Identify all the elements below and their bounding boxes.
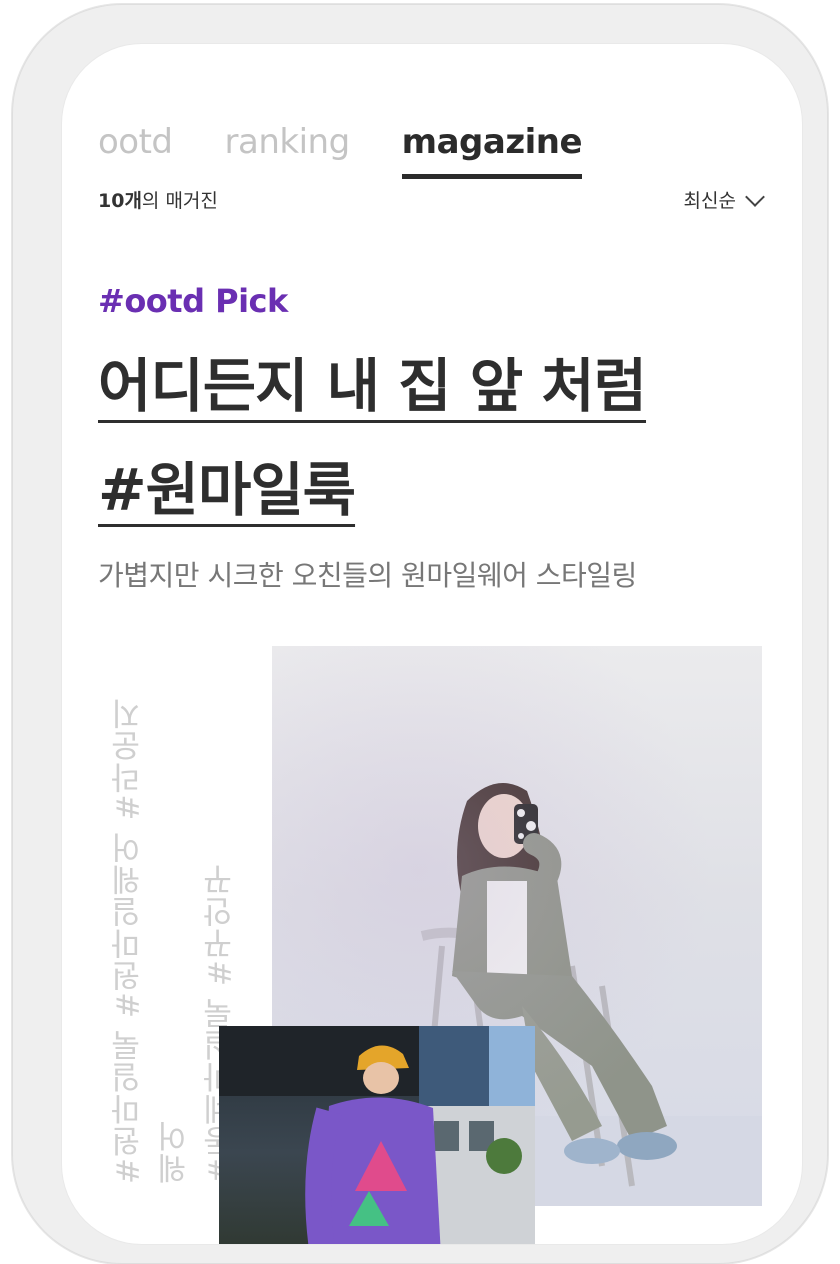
sort-dropdown[interactable]: 최신순 bbox=[683, 186, 765, 213]
chevron-down-icon bbox=[745, 186, 765, 207]
title-line-2: #원마일룩 bbox=[98, 456, 356, 524]
article-subtitle: 가볍지만 시크한 오친들의 원마일웨어 스타일링 bbox=[98, 559, 637, 592]
street-style-illustration bbox=[219, 1026, 535, 1244]
article-hashtag[interactable]: #ootd Pick bbox=[98, 282, 288, 320]
count-number: 10개 bbox=[98, 190, 142, 212]
count-suffix: 의 매거진 bbox=[141, 190, 218, 212]
tab-magazine[interactable]: magazine bbox=[401, 120, 583, 180]
list-header: 10개의 매거진 최신순 bbox=[98, 186, 765, 216]
tab-bar: ootd ranking magazine bbox=[98, 120, 583, 180]
phone-screen: ootd ranking magazine 10개의 매거진 최신순 #ootd… bbox=[62, 44, 802, 1244]
magazine-count: 10개의 매거진 bbox=[98, 186, 218, 213]
tags-line-1: #원마일룩 #원마일웨어 #라운지웨어 bbox=[111, 697, 193, 1184]
tab-ootd[interactable]: ootd bbox=[98, 120, 173, 180]
title-line-1: 어디든지 내 집 앞 처럼 bbox=[98, 352, 647, 420]
article-title[interactable]: 어디든지 내 집 앞 처럼 #원마일룩 bbox=[98, 334, 738, 542]
secondary-photo[interactable] bbox=[219, 1026, 535, 1244]
sort-label: 최신순 bbox=[683, 190, 736, 212]
phone-frame: ootd ranking magazine 10개의 매거진 최신순 #ootd… bbox=[12, 4, 828, 1264]
tab-ranking[interactable]: ranking bbox=[225, 120, 351, 180]
